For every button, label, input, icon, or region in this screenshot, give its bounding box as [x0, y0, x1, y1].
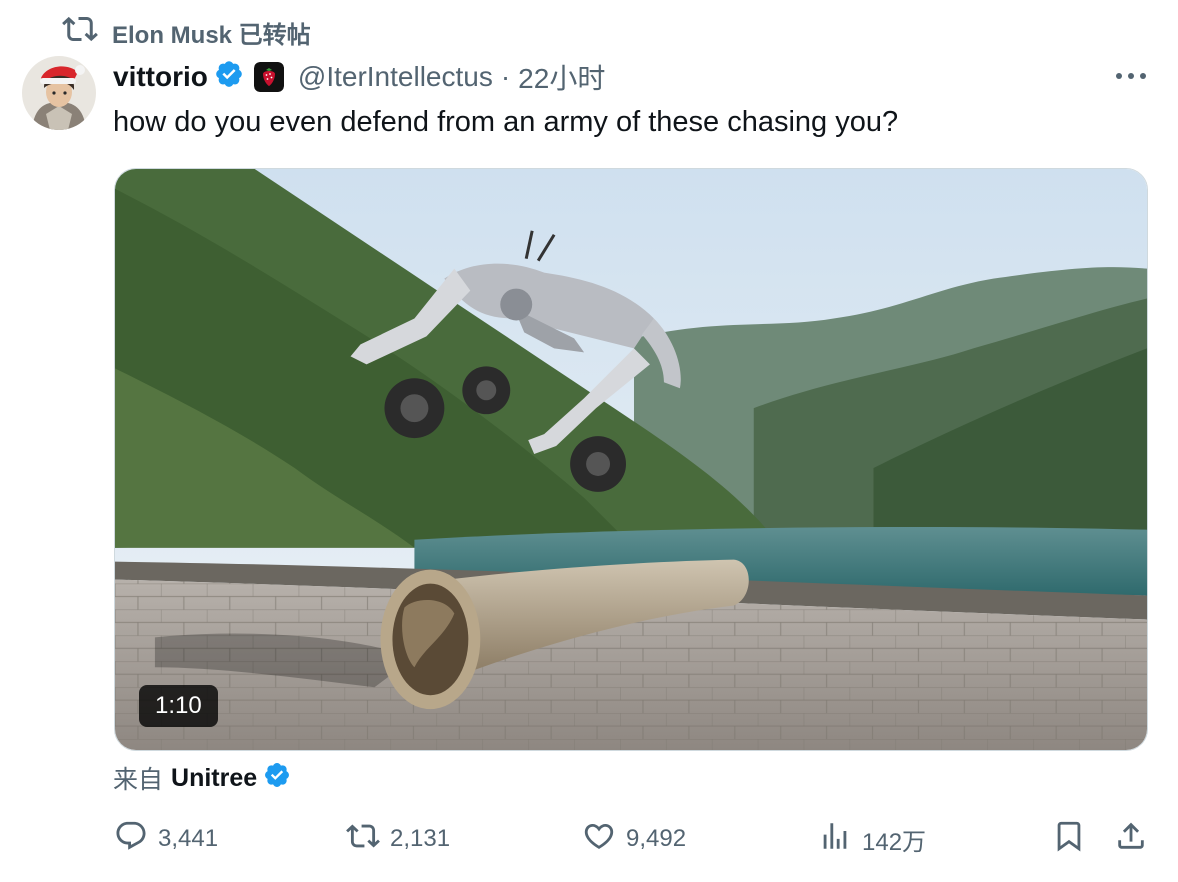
like-button[interactable]: 9,492 — [582, 816, 686, 862]
media-source[interactable]: 来自 Unitree — [113, 758, 291, 798]
avatar[interactable] — [22, 56, 96, 130]
video-player[interactable]: 1:10 — [114, 168, 1148, 751]
verified-badge-icon[interactable] — [208, 59, 244, 96]
source-verified-badge-icon — [257, 761, 291, 796]
reply-count: 3,441 — [158, 825, 219, 852]
tweet-text: how do you even defend from an army of t… — [113, 106, 899, 138]
source-name[interactable]: Unitree — [171, 764, 257, 793]
author-name[interactable]: vittorio — [113, 61, 208, 93]
source-prefix: 来自 — [113, 766, 164, 794]
repost-button[interactable]: 2,131 — [346, 816, 450, 862]
share-button[interactable] — [1114, 816, 1148, 862]
views-button[interactable]: 142万 — [818, 816, 926, 862]
action-bar: 3,441 2,131 9,492 142万 — [0, 816, 1178, 862]
reply-button[interactable]: 3,441 — [114, 816, 218, 862]
affiliate-badge-icon[interactable] — [253, 62, 284, 92]
tweet-timestamp[interactable]: 22小时 — [518, 57, 605, 97]
reply-icon — [114, 819, 148, 860]
view-count: 142万 — [862, 828, 927, 856]
heart-icon — [582, 819, 616, 860]
repost-icon — [62, 11, 98, 54]
repost-indicator[interactable]: Elon Musk 已转帖 — [62, 14, 311, 50]
repost-icon — [346, 819, 380, 860]
like-count: 9,492 — [626, 825, 687, 852]
share-icon — [1114, 819, 1148, 860]
header-separator: · — [500, 61, 511, 92]
tweet-header: vittorio @IterIntellectus · 22小时 — [113, 56, 605, 98]
more-options-button[interactable] — [1114, 62, 1148, 92]
repost-count: 2,131 — [390, 825, 451, 852]
analytics-icon — [818, 819, 852, 860]
bookmark-icon — [1052, 819, 1086, 860]
more-dots-icon — [1114, 68, 1148, 86]
bookmark-button[interactable] — [1052, 816, 1086, 862]
repost-label: Elon Musk 已转帖 — [112, 21, 311, 49]
video-duration: 1:10 — [139, 685, 218, 727]
author-handle[interactable]: @IterIntellectus — [298, 61, 493, 93]
video-thumbnail — [115, 169, 1147, 750]
